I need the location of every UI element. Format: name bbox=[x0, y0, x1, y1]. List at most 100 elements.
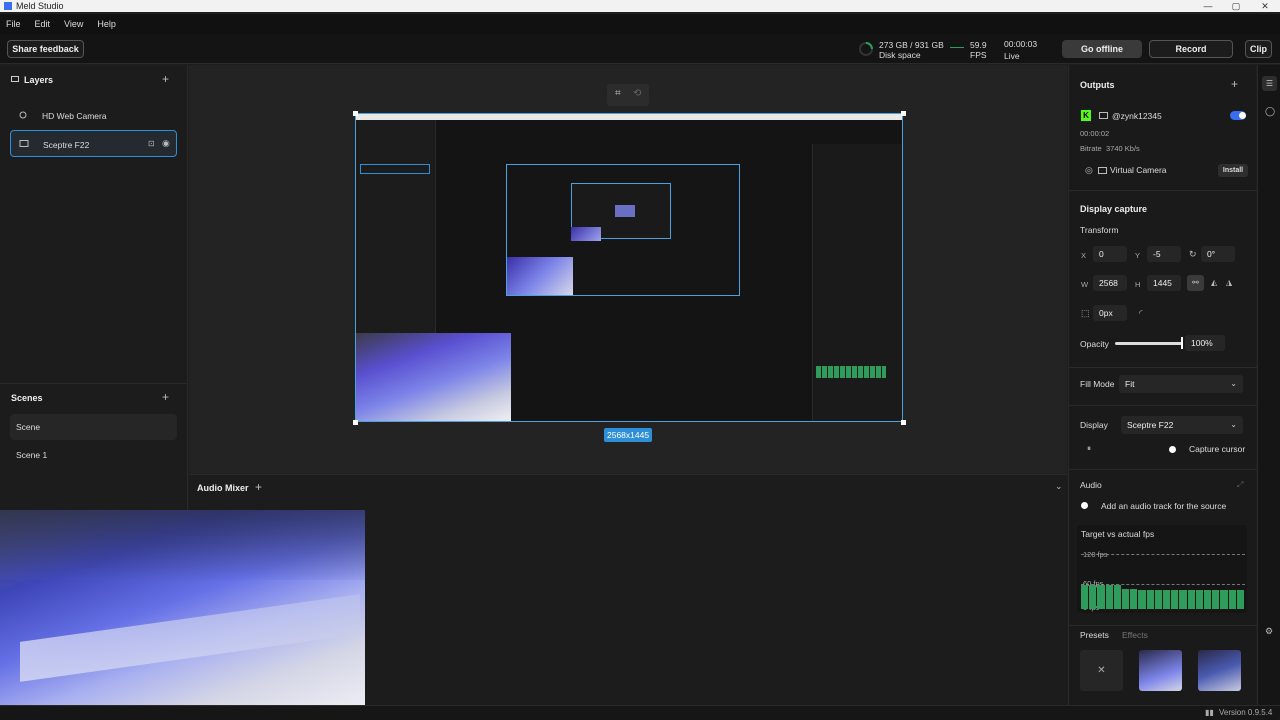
kick-logo-icon: K bbox=[1081, 110, 1091, 121]
webcam-overlay bbox=[0, 510, 365, 720]
rotation-input[interactable]: 0° bbox=[1201, 246, 1235, 262]
fps-chart-title: Target vs actual fps bbox=[1081, 529, 1155, 539]
fps-bar bbox=[1228, 589, 1236, 609]
flip-vertical-icon[interactable]: ◮ bbox=[1226, 278, 1232, 287]
capture-cursor-label: Capture cursor bbox=[1189, 444, 1246, 454]
fps-bar bbox=[1122, 588, 1130, 609]
virtual-camera-label: Virtual Camera bbox=[1110, 165, 1167, 175]
audio-track-toggle[interactable] bbox=[1081, 502, 1088, 509]
clip-button[interactable]: Clip bbox=[1245, 40, 1272, 58]
height-input[interactable]: 1445 bbox=[1147, 275, 1181, 291]
audio-mixer-title: Audio Mixer bbox=[197, 483, 249, 493]
properties-icon[interactable]: ☰ bbox=[1262, 76, 1277, 91]
fps-bar bbox=[1089, 585, 1097, 609]
flip-horizontal-icon[interactable]: ◭ bbox=[1211, 278, 1217, 287]
transform-label: Transform bbox=[1080, 225, 1119, 235]
opacity-label: Opacity bbox=[1080, 339, 1109, 349]
fps-bar bbox=[1154, 589, 1162, 609]
app-icon bbox=[4, 2, 12, 10]
menu-file[interactable]: File bbox=[6, 19, 21, 29]
width-input[interactable]: 2568 bbox=[1093, 275, 1127, 291]
fps-bar bbox=[1195, 589, 1203, 609]
install-button[interactable]: Install bbox=[1218, 164, 1248, 177]
fps-120-label: 120 fps bbox=[1083, 550, 1108, 559]
resize-handle[interactable] bbox=[353, 420, 358, 425]
fps-bar bbox=[1212, 589, 1220, 609]
preset-thumbnail[interactable] bbox=[1198, 650, 1241, 691]
arc-icon: ◜ bbox=[1139, 308, 1143, 318]
fps-bar bbox=[1204, 589, 1212, 609]
add-audio-track-label: Add an audio track for the source bbox=[1101, 501, 1227, 511]
preset-thumbnail[interactable] bbox=[1139, 650, 1182, 691]
fps-chart: Target vs actual fps 120 fps 60 fps 0 fp… bbox=[1077, 525, 1247, 613]
output-account: @zynk12345 bbox=[1112, 111, 1162, 121]
fill-mode-select[interactable]: Fit ⌄ bbox=[1119, 375, 1243, 393]
corner-radius-icon: ⬚ bbox=[1081, 308, 1090, 318]
canvas-tools: ⌗ ⟲ bbox=[607, 84, 649, 106]
layers-title: Layers bbox=[24, 75, 54, 85]
divider bbox=[1069, 190, 1257, 191]
display-capture-title: Display capture bbox=[1080, 204, 1148, 214]
fps-bar bbox=[1171, 589, 1179, 609]
effects-tab[interactable]: Effects bbox=[1122, 630, 1148, 640]
nested-titlebar bbox=[356, 114, 902, 120]
disk-space-value: 273 GB / 931 GB bbox=[879, 40, 944, 50]
fill-mode-value: Fit bbox=[1125, 379, 1135, 389]
record-button[interactable]: Record bbox=[1149, 40, 1233, 58]
add-audio-icon[interactable]: + bbox=[255, 480, 262, 494]
chat-icon[interactable]: ◯ bbox=[1265, 106, 1275, 117]
fps-bars bbox=[1081, 583, 1245, 609]
go-offline-button[interactable]: Go offline bbox=[1062, 40, 1142, 58]
menu-bar: File Edit View Help bbox=[0, 14, 1280, 34]
meld-logo-icon: ▮▮ bbox=[1205, 708, 1214, 717]
disk-usage-ring-icon bbox=[859, 42, 873, 56]
capture-cursor-toggle[interactable] bbox=[1169, 446, 1176, 453]
display-capture-preview[interactable] bbox=[355, 113, 903, 422]
add-scene-icon[interactable]: + bbox=[162, 390, 169, 404]
x-label: X bbox=[1081, 251, 1087, 260]
close-icon[interactable]: ✕ bbox=[1250, 0, 1280, 12]
chevron-down-icon[interactable]: ⌄ bbox=[1055, 481, 1063, 492]
resize-handle[interactable] bbox=[901, 111, 906, 116]
pause-icon[interactable]: ⏸ bbox=[1087, 444, 1091, 454]
add-layer-icon[interactable]: + bbox=[162, 72, 169, 86]
crop-icon[interactable]: ⌗ bbox=[615, 88, 621, 99]
live-label: Live bbox=[1004, 51, 1020, 61]
opacity-slider[interactable] bbox=[1115, 342, 1182, 345]
display-select[interactable]: Sceptre F22 ⌄ bbox=[1121, 416, 1243, 434]
layer-item-sceptre-f22[interactable]: Sceptre F22 ⊡ ◉ bbox=[10, 130, 177, 157]
fps-bar bbox=[1236, 589, 1244, 609]
status-bar: ▮▮ Version 0.9.5.4 bbox=[0, 705, 1280, 720]
menu-help[interactable]: Help bbox=[97, 19, 116, 29]
y-input[interactable]: -5 bbox=[1147, 246, 1181, 262]
monitor-icon bbox=[1099, 112, 1108, 119]
link-icon[interactable]: ⚯ bbox=[1187, 275, 1204, 291]
menu-edit[interactable]: Edit bbox=[35, 19, 51, 29]
disk-space-label: Disk space bbox=[879, 50, 921, 60]
maximize-icon[interactable]: ▢ bbox=[1221, 0, 1251, 12]
eye-icon[interactable]: ◉ bbox=[162, 138, 170, 149]
opacity-input[interactable]: 100% bbox=[1185, 335, 1225, 351]
layer-item-hd-web-camera[interactable]: HD Web Camera bbox=[10, 102, 177, 129]
display-label: Display bbox=[1080, 420, 1108, 430]
scene-item[interactable]: Scene bbox=[10, 414, 177, 440]
resize-handle[interactable] bbox=[353, 111, 358, 116]
output-toggle[interactable] bbox=[1230, 111, 1246, 120]
nested-fps-chart bbox=[816, 366, 886, 378]
scenes-title: Scenes bbox=[11, 393, 43, 403]
add-output-icon[interactable]: + bbox=[1231, 77, 1238, 91]
scene-item[interactable]: Scene 1 bbox=[10, 442, 177, 468]
share-feedback-button[interactable]: Share feedback bbox=[7, 40, 84, 58]
resize-handle[interactable] bbox=[901, 420, 906, 425]
preset-none-icon[interactable]: ✕ bbox=[1080, 650, 1123, 691]
reset-icon[interactable]: ⟲ bbox=[633, 88, 641, 99]
opacity-slider-handle[interactable] bbox=[1181, 337, 1183, 349]
unlock-icon[interactable]: ⊡ bbox=[148, 139, 155, 148]
x-input[interactable]: 0 bbox=[1093, 246, 1127, 262]
corner-radius-input[interactable]: 0px bbox=[1093, 305, 1127, 321]
expand-icon[interactable]: ⤢ bbox=[1237, 480, 1243, 490]
minimize-icon[interactable]: — bbox=[1193, 0, 1223, 12]
gear-icon[interactable]: ⚙ bbox=[1265, 626, 1273, 637]
presets-tab[interactable]: Presets bbox=[1080, 630, 1109, 640]
menu-view[interactable]: View bbox=[64, 19, 83, 29]
